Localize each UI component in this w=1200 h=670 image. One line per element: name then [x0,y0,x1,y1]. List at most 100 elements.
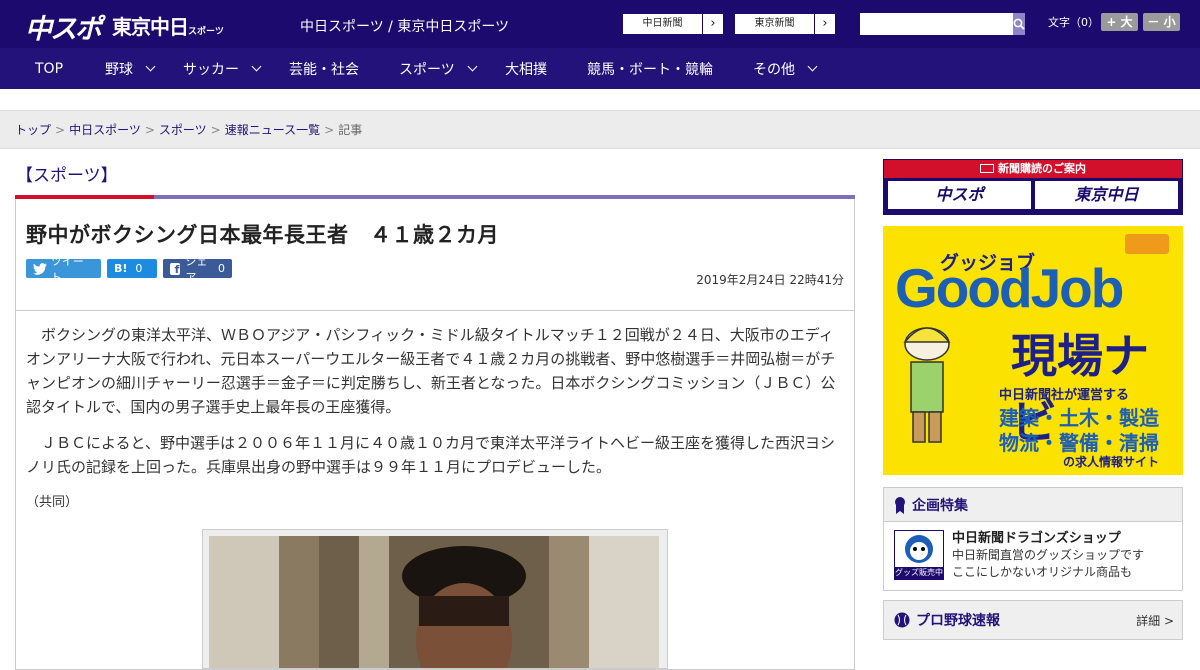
breadcrumb-current: 記事 [338,123,363,137]
ribbon-icon [895,496,905,514]
dragons-shop-link[interactable]: グッズ販売中 中日新聞ドラゴンズショップ 中日新聞直営のグッズショップです ここ… [884,522,1182,590]
nav-item-top[interactable]: TOP [35,61,105,77]
dragons-shop-desc2: ここにしかないオリジナル商品も [952,565,1133,579]
font-size-label: 文字（0） [1048,16,1099,29]
breadcrumb-separator: > [144,122,155,137]
article-body: ボクシングの東洋太平洋、ＷＢＯアジア・パシフィック・ミドル級タイトルマッチ１２回… [16,311,854,669]
feature-panel-header: 企画特集 [884,488,1182,522]
dragons-shop-title: 中日新聞ドラゴンズショップ [952,531,1121,546]
hatena-bookmark-button[interactable]: B! 0 [107,259,157,278]
search-input[interactable] [860,13,1013,35]
article-paragraph: ＪＢＣによると、野中選手は２００６年１１月に４０歳１０カ月で東洋太平洋ライトヘビ… [26,434,835,476]
baseball-icon [894,612,910,628]
facebook-count: 0 [218,262,225,275]
goodjob-site-text: の求人情報サイト [1063,455,1160,469]
breadcrumb-chunichi-sports[interactable]: 中日スポーツ [69,121,141,138]
chuspo-logo[interactable]: 中スポ [25,7,102,46]
spacer [0,89,1200,110]
breadcrumb-news-list[interactable]: 速報ニュース一覧 [225,121,320,138]
nav-item-label: TOP [35,60,64,77]
chevron-down-icon [145,61,156,72]
goodjob-company: 中日新聞社が運営する [999,388,1130,403]
tokyo-chunichi-logo-text: 東京中日 [112,15,189,39]
tokyo-shimbun-link[interactable]: 東京新聞 › [734,13,836,35]
breadcrumb-separator: > [55,122,66,137]
dragons-shop-text: 中日新聞ドラゴンズショップ 中日新聞直営のグッズショップです ここにしかないオリ… [952,530,1144,582]
baseball-detail-link[interactable]: 詳細 > [1136,612,1174,629]
tweet-label: ツイート [50,254,84,284]
newspaper-icon [980,164,994,173]
chevron-down-icon [251,61,262,72]
chunichi-shimbun-label: 中日新聞 [623,14,703,34]
search-button[interactable] [1013,13,1025,35]
subscription-banner-label: 新聞購読のご案内 [998,162,1086,175]
goodjob-logo: GoodJob [895,257,1124,319]
goods-badge: グッズ販売中 [895,567,943,579]
nav-item-label: 競馬・ボート・競輪 [587,61,713,78]
baseball-live-title: プロ野球速報 [894,610,1000,630]
category-heading: 【スポーツ】 [16,166,118,186]
breadcrumb-top[interactable]: トップ [15,121,51,138]
facebook-label: シェア [185,254,208,284]
nav-item-entertainment[interactable]: 芸能・社会 [289,59,399,79]
article-source: （共同） [26,495,79,510]
truck-icon [1125,234,1169,254]
breadcrumb-separator: > [324,122,335,137]
chuspo-subscribe-logo: 中スポ [888,181,1031,209]
article-paragraph: ボクシングの東洋太平洋、ＷＢＯアジア・パシフィック・ミドル級タイトルマッチ１２回… [26,326,836,416]
subscription-banner-logos: 中スポ 東京中日 [884,178,1182,212]
hatena-icon: B! [114,262,128,275]
dragons-shop-icon: グッズ販売中 [894,530,944,580]
site-title: 中日スポーツ / 東京中日スポーツ [300,19,510,35]
chevron-down-icon [807,61,818,72]
subscription-banner-title: 新聞購読のご案内 [884,160,1182,178]
site-header: 中スポ 東京中日スポーツ 中日スポーツ / 東京中日スポーツ 中日新聞 › 東京… [0,0,1200,48]
article: 野中がボクシング日本最年長王者 ４１歳２カ月 ツイート B! 0 f シェア 0… [15,199,855,670]
nav-item-label: 芸能・社会 [289,61,359,78]
baseball-live-panel: プロ野球速報 詳細 > [883,600,1183,640]
baseball-live-label: プロ野球速報 [916,613,1000,629]
main-nav: TOP 野球 サッカー 芸能・社会 スポーツ 大相撲 競馬・ボート・競輪 その他 [0,48,1200,89]
nav-item-label: その他 [753,61,795,78]
article-photo[interactable] [202,529,668,669]
breadcrumb-sports[interactable]: スポーツ [159,121,207,138]
worker-mascot-image [903,327,951,443]
font-larger-button[interactable]: + 大 [1101,13,1138,31]
article-date: 2019年2月24日 22時41分 [696,273,844,287]
hatena-count: 0 [135,262,143,275]
nav-item-sumo[interactable]: 大相撲 [505,59,587,79]
chevron-down-icon [467,61,478,72]
nav-item-baseball[interactable]: 野球 [105,59,183,79]
sidebar: 新聞購読のご案内 中スポ 東京中日 グッジョブ GoodJob 現場ナビ 中日新… [883,159,1183,640]
font-smaller-button[interactable]: － 小 [1143,13,1180,31]
chevron-right-icon: › [822,16,828,31]
nav-item-other[interactable]: その他 [753,59,818,79]
nav-item-label: サッカー [183,61,239,78]
tokyo-chunichi-logo[interactable]: 東京中日スポーツ [112,11,224,40]
facebook-icon: f [170,262,181,275]
tokyo-shimbun-label: 東京新聞 [735,14,815,34]
chunichi-shimbun-link[interactable]: 中日新聞 › [622,13,724,35]
subscription-banner[interactable]: 新聞購読のご案内 中スポ 東京中日 [883,159,1183,215]
search-box [860,13,1025,35]
nav-item-soccer[interactable]: サッカー [183,59,289,79]
dragons-mascot-icon [905,535,933,563]
feature-panel-title: 企画特集 [912,497,968,514]
feature-panel: 企画特集 グッズ販売中 中日新聞ドラゴンズショップ 中日新聞直営のグッズショップ… [883,487,1183,591]
tweet-button[interactable]: ツイート [26,255,101,284]
boxer-photo-image [209,536,659,668]
breadcrumb-separator: > [210,122,221,137]
main-column: 【スポーツ】 野中がボクシング日本最年長王者 ４１歳２カ月 ツイート B! 0 … [15,149,855,670]
dragons-shop-desc1: 中日新聞直営のグッズショップです [952,548,1145,562]
article-title: 野中がボクシング日本最年長王者 ４１歳２カ月 [26,223,499,247]
nav-item-label: 野球 [105,61,133,78]
facebook-share-button[interactable]: f シェア 0 [163,255,232,284]
goodjob-ad-banner[interactable]: グッジョブ GoodJob 現場ナビ 中日新聞社が運営する 建築・土木・製造 物… [883,226,1183,475]
nav-item-racing[interactable]: 競馬・ボート・競輪 [587,59,753,79]
breadcrumb: トップ > 中日スポーツ > スポーツ > 速報ニュース一覧 > 記事 [0,110,1200,149]
article-header: 野中がボクシング日本最年長王者 ４１歳２カ月 ツイート B! 0 f シェア 0… [16,199,854,311]
nav-item-sports[interactable]: スポーツ [399,59,505,79]
tokyo-chunichi-logo-small: スポーツ [188,27,224,37]
chevron-right-icon: › [710,16,716,31]
search-icon [1013,18,1025,30]
